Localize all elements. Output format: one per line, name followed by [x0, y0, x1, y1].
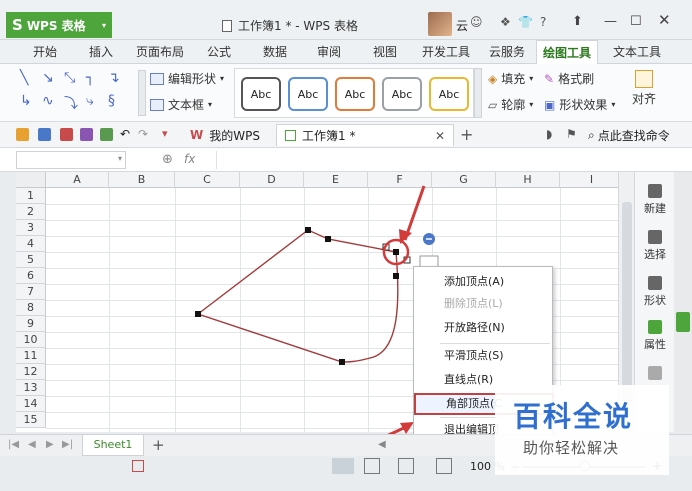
annotation-arrow-head	[399, 229, 412, 244]
shapes-icon	[648, 276, 662, 290]
more-panel-button[interactable]	[635, 366, 675, 382]
shape-panel-button[interactable]: 形状	[635, 276, 675, 308]
select-panel-button[interactable]: 选择	[635, 230, 675, 262]
scroll-left-icon[interactable]: ◀	[378, 439, 386, 450]
vertex-handle[interactable]	[325, 236, 331, 242]
expand-panel-icon[interactable]	[676, 312, 690, 332]
watermark-badge: 百科全说 助你轻松解决	[495, 385, 669, 475]
page-layout-view-icon[interactable]	[398, 458, 414, 474]
vertex-handle[interactable]	[393, 273, 399, 279]
properties-icon	[648, 320, 662, 334]
grid-icon	[648, 366, 662, 380]
vertex-handle[interactable]	[195, 311, 201, 317]
normal-view-icon[interactable]	[332, 458, 354, 474]
prev-sheet-icon[interactable]: ◀	[28, 439, 36, 450]
add-sheet-plus-icon[interactable]: +	[152, 436, 165, 454]
selected-vertex-handle[interactable]	[393, 249, 399, 255]
menu-separator	[440, 343, 550, 344]
panel-collapse-strip[interactable]	[674, 172, 692, 432]
sheet-tab[interactable]: Sheet1	[82, 435, 144, 456]
menu-open-path[interactable]: 开放路径(N)	[414, 317, 554, 339]
properties-panel-label: 属性	[644, 338, 666, 351]
next-sheet-icon[interactable]: ▶	[46, 439, 54, 450]
vertex-handle[interactable]	[305, 227, 311, 233]
watermark-title: 百科全说	[513, 400, 634, 433]
watermark-subtitle: 助你轻松解决	[523, 439, 620, 457]
menu-smooth-point[interactable]: 平滑顶点(S)	[414, 345, 554, 367]
new-doc-icon	[648, 184, 662, 198]
first-sheet-icon[interactable]: |◀	[8, 439, 19, 450]
vertex-handle[interactable]	[339, 359, 345, 365]
reading-view-icon[interactable]	[436, 458, 452, 474]
new-panel-label: 新建	[644, 202, 666, 215]
select-panel-label: 选择	[644, 248, 666, 261]
page-break-view-icon[interactable]	[364, 458, 380, 474]
menu-add-vertex[interactable]: 添加顶点(A)	[414, 271, 554, 293]
new-panel-button[interactable]: 新建	[635, 184, 675, 216]
shape-panel-label: 形状	[644, 294, 666, 307]
last-sheet-icon[interactable]: ▶|	[62, 439, 73, 450]
select-cursor-icon	[648, 230, 662, 244]
wps-spreadsheet-window: S WPS 表格 ▾ 工作簿1 * - WPS 表格 云 ☺ ❖ 👕 ? ⬆ —…	[0, 0, 692, 491]
properties-panel-button[interactable]: 属性	[635, 320, 675, 352]
freeform-shape[interactable]	[196, 229, 399, 363]
menu-delete-vertex[interactable]: 删除顶点(L)	[414, 293, 554, 315]
macro-record-icon[interactable]	[132, 460, 144, 472]
